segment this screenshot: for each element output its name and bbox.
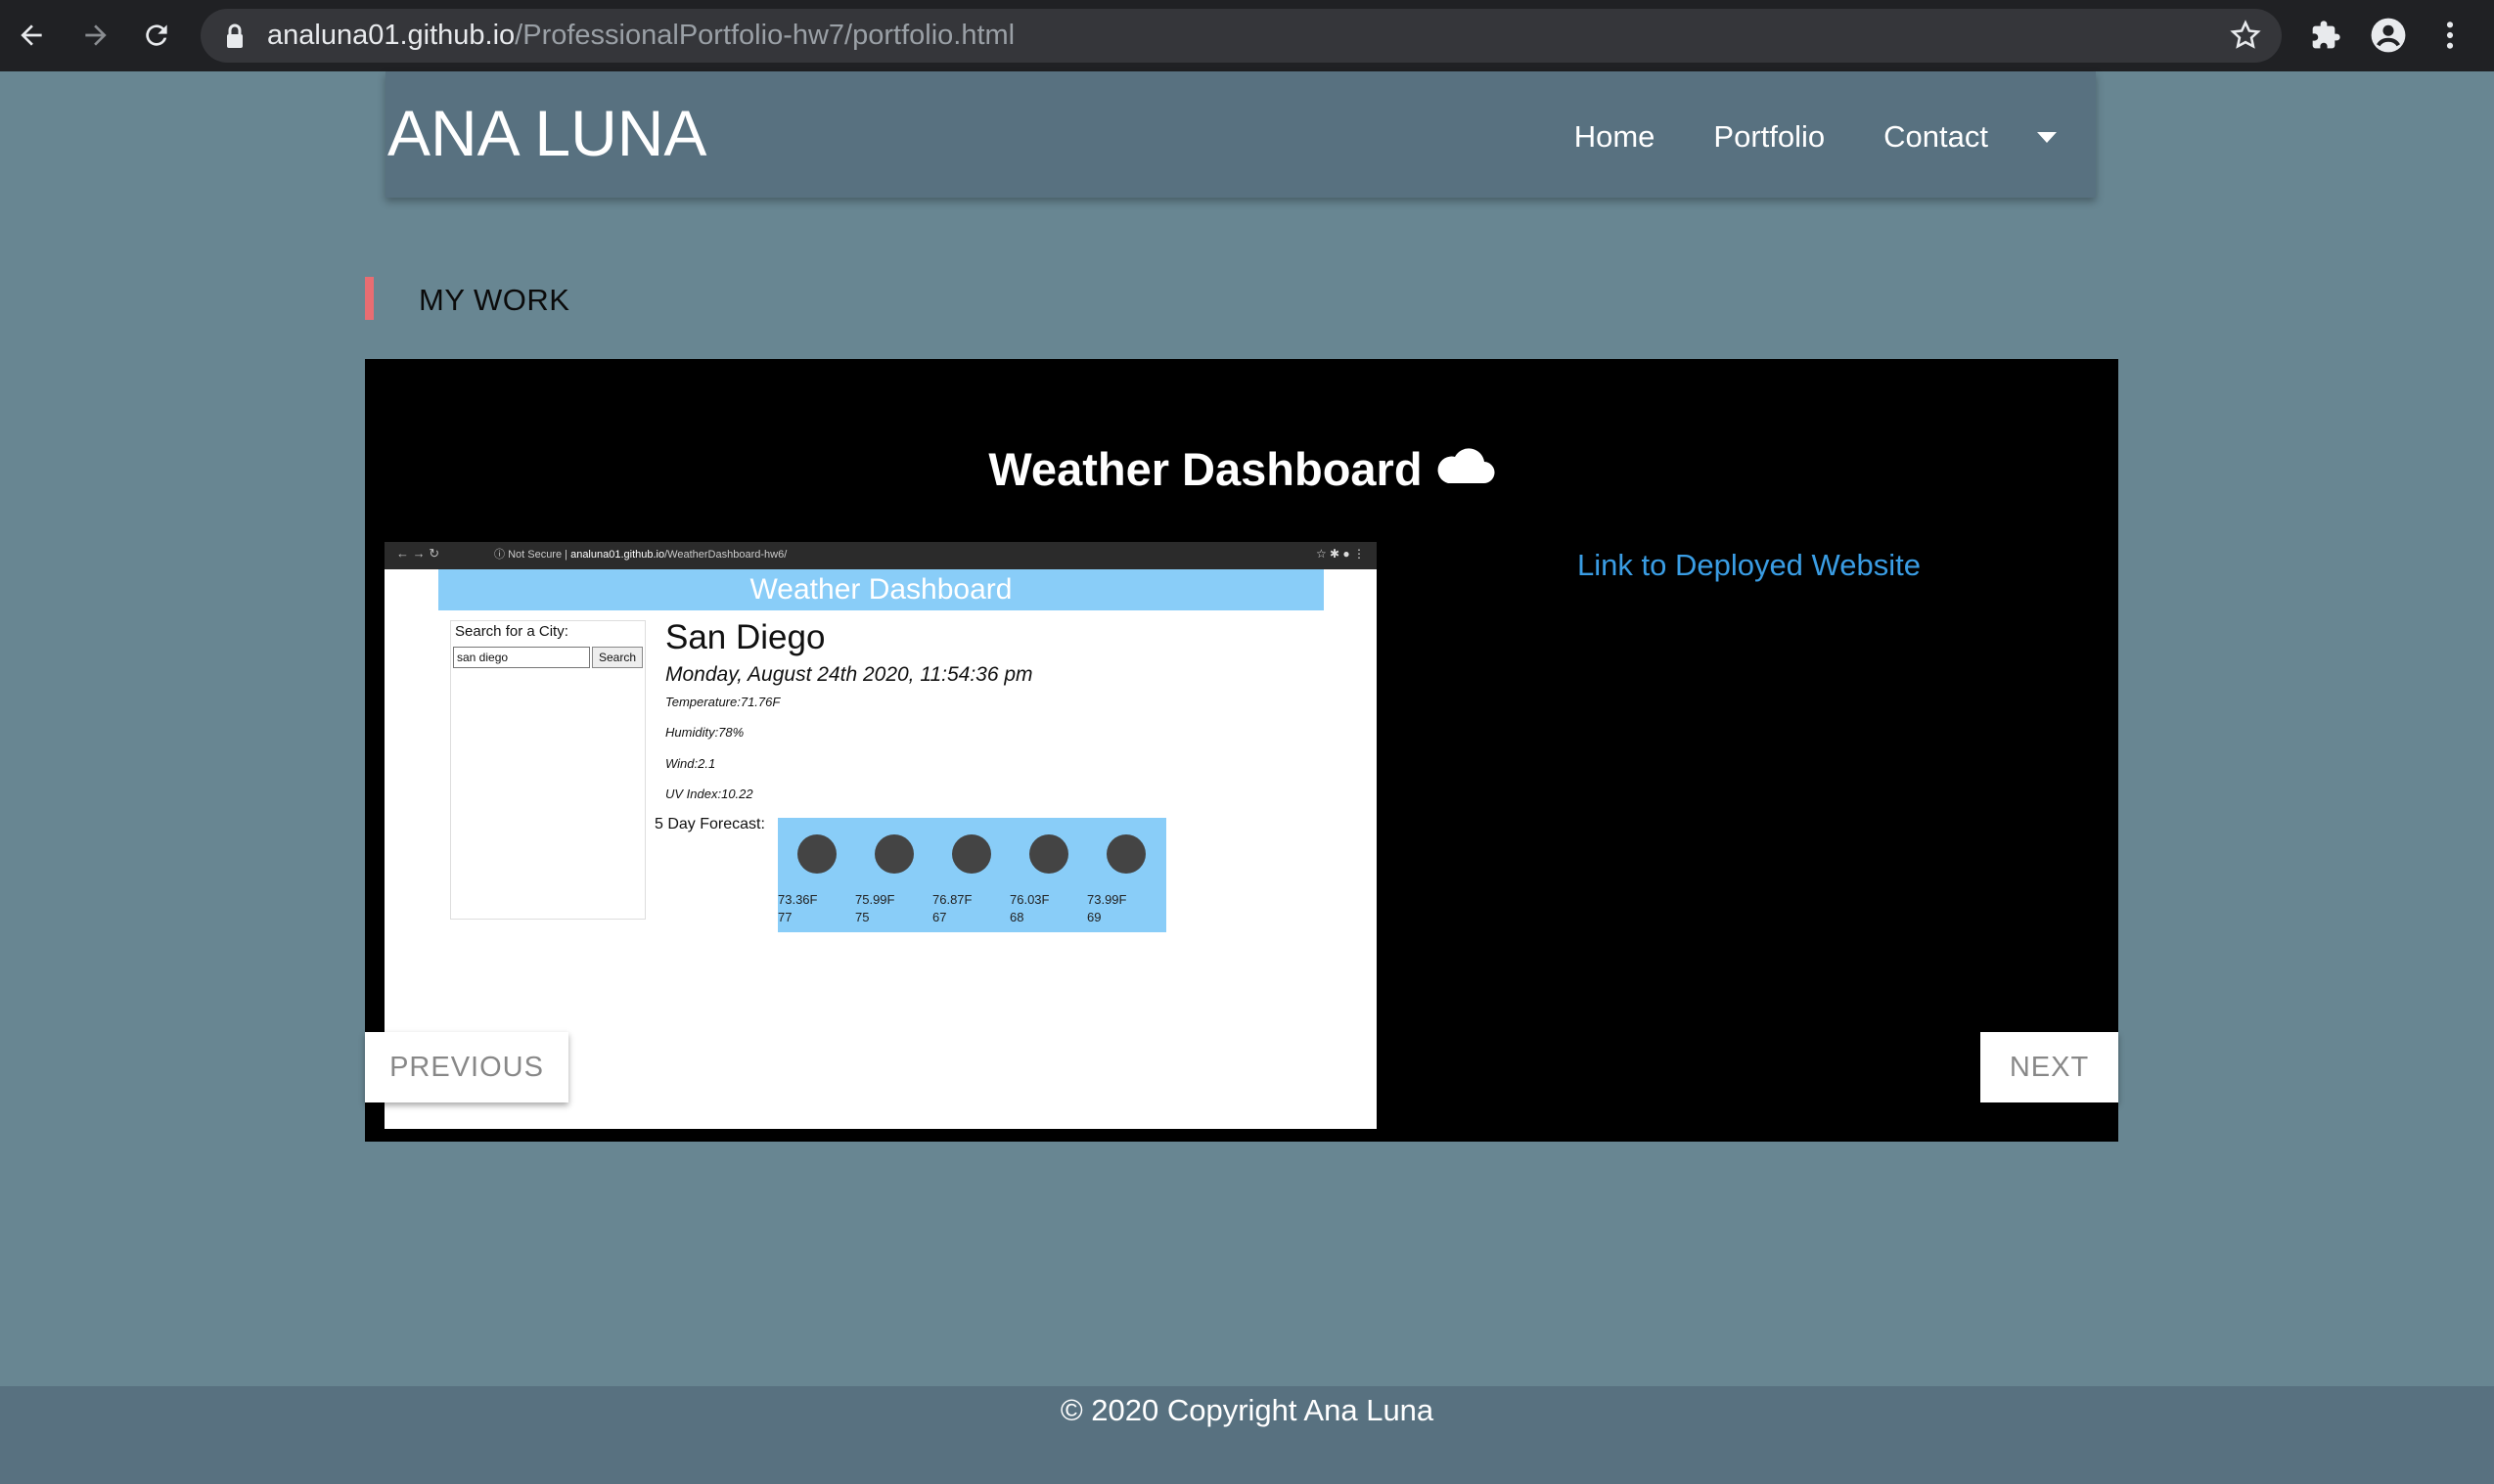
screenshot-browser-bar: ← → ↻ ⓘ Not Secure | analuna01.github.io… — [385, 542, 1377, 569]
forecast-day: 76.03F 68 — [1010, 834, 1068, 926]
screenshot-date: Monday, August 24th 2020, 11:54:36 pm — [665, 663, 1033, 686]
forecast-temp: 76.87F — [932, 892, 973, 907]
back-arrow-icon[interactable] — [10, 14, 53, 57]
section-accent-bar — [365, 277, 374, 320]
forecast-humidity: 69 — [1087, 910, 1102, 924]
reload-icon[interactable] — [135, 14, 178, 57]
forecast-humidity: 77 — [778, 910, 793, 924]
slide-title: Weather Dashboard — [365, 442, 2118, 496]
screenshot-search-label: Search for a City: — [455, 623, 568, 640]
screenshot-forecast-panel: 73.36F 77 75.99F 75 76.87F 67 76.03F 68 73.9… — [778, 818, 1166, 932]
screenshot-url: ⓘ Not Secure | analuna01.github.io/Weath… — [494, 549, 788, 561]
forecast-humidity: 75 — [855, 910, 870, 924]
screenshot-uv-index: UV Index:10.22 — [665, 787, 753, 801]
weather-icon — [1107, 834, 1146, 874]
screenshot-banner: Weather Dashboard — [438, 569, 1324, 610]
screenshot-city: San Diego — [665, 618, 826, 656]
address-bar[interactable]: analuna01.github.io/ProfessionalPortfoli… — [201, 9, 2282, 63]
screenshot-security: Not Secure — [508, 549, 563, 561]
screenshot-nav-arrows-icon: ← → ↻ — [396, 546, 440, 561]
weather-icon — [1029, 834, 1068, 874]
more-menu-icon[interactable] — [2428, 14, 2471, 57]
weather-icon — [797, 834, 837, 874]
previous-button[interactable]: PREVIOUS — [365, 1032, 568, 1102]
forecast-day: 73.99F 69 — [1087, 834, 1146, 926]
nav-link-contact[interactable]: Contact — [1883, 119, 1988, 155]
screenshot-url-path: /WeatherDashboard-hw6/ — [664, 549, 788, 561]
weather-icon — [952, 834, 991, 874]
browser-toolbar: analuna01.github.io/ProfessionalPortfoli… — [0, 0, 2494, 71]
url-text[interactable]: analuna01.github.io/ProfessionalPortfoli… — [267, 9, 1015, 63]
screenshot-search-input: san diego — [453, 647, 590, 668]
lock-icon[interactable] — [225, 23, 245, 54]
nav-link-home[interactable]: Home — [1574, 119, 1655, 155]
forecast-humidity: 67 — [932, 910, 947, 924]
next-button[interactable]: NEXT — [1980, 1032, 2118, 1102]
profile-avatar-icon[interactable] — [2367, 14, 2410, 57]
screenshot-wind: Wind:2.1 — [665, 756, 716, 771]
copyright-text: © 2020 Copyright Ana Luna — [1060, 1393, 1434, 1427]
forecast-humidity: 68 — [1010, 910, 1024, 924]
deployed-website-link[interactable]: Link to Deployed Website — [1577, 548, 1921, 583]
url-path: /ProfessionalPortfolio-hw7/portfolio.htm… — [515, 20, 1016, 51]
extensions-puzzle-icon[interactable] — [2304, 14, 2347, 57]
weather-icon — [875, 834, 914, 874]
forecast-temp: 73.99F — [1087, 892, 1127, 907]
forecast-day: 75.99F 75 — [855, 834, 914, 926]
forecast-temp: 75.99F — [855, 892, 895, 907]
nav-link-portfolio[interactable]: Portfolio — [1713, 119, 1825, 155]
screenshot-search-button: Search — [592, 647, 643, 668]
forecast-day: 76.87F 67 — [932, 834, 991, 926]
nav-menu: Home Portfolio Contact — [1516, 71, 2057, 202]
project-carousel: Weather Dashboard ← → ↻ ⓘ Not Secure | a… — [365, 359, 2118, 1142]
slide-title-text: Weather Dashboard — [988, 443, 1423, 495]
site-navbar: ANA LUNA Home Portfolio Contact — [385, 71, 2096, 198]
screenshot-humidity: Humidity:78% — [665, 725, 745, 740]
section-title: MY WORK — [419, 283, 570, 317]
screenshot-search-panel: Search for a City: san diego Search — [450, 620, 646, 920]
screenshot-toolbar-icons: ☆ ✱ ● ⋮ — [1315, 547, 1365, 561]
dropdown-caret-icon[interactable] — [2037, 131, 2057, 143]
forward-arrow-icon[interactable] — [74, 14, 117, 57]
site-footer: © 2020 Copyright Ana Luna — [0, 1386, 2494, 1484]
forecast-temp: 73.36F — [778, 892, 818, 907]
brand-logo-text[interactable]: ANA LUNA — [387, 101, 706, 165]
screenshot-forecast-label: 5 Day Forecast: — [655, 816, 765, 832]
forecast-temp: 76.03F — [1010, 892, 1050, 907]
bookmark-star-icon[interactable] — [2229, 19, 2262, 57]
screenshot-temperature: Temperature:71.76F — [665, 695, 781, 709]
url-host: analuna01.github.io — [267, 20, 516, 51]
cloud-icon — [1434, 442, 1495, 496]
forecast-day: 73.36F 77 — [778, 834, 837, 926]
screenshot-url-host: analuna01.github.io — [570, 549, 665, 561]
